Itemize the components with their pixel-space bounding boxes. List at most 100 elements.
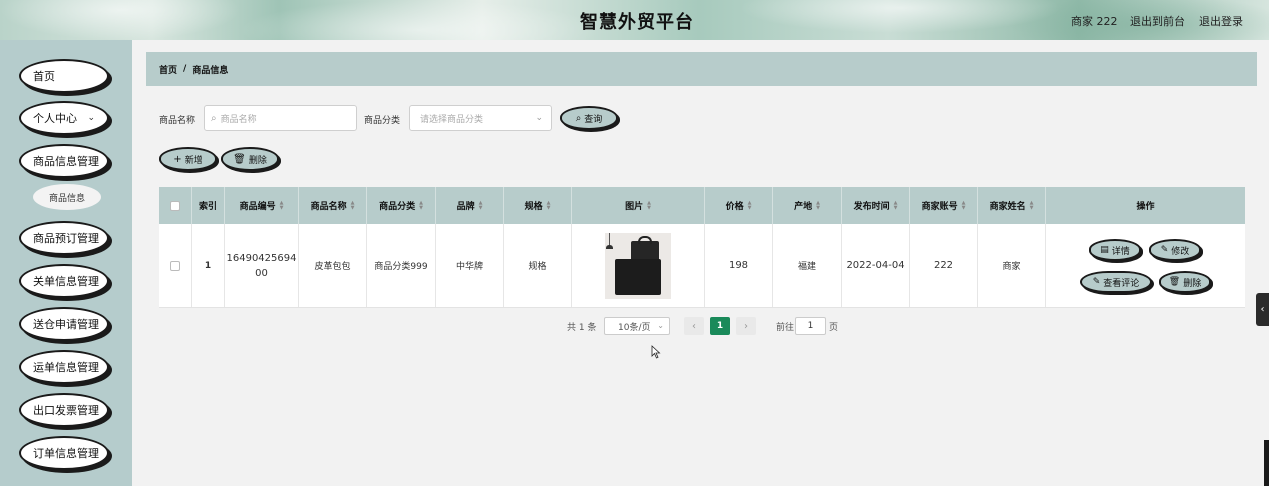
mouse-pointer-icon: [651, 345, 661, 359]
total-count: 共 1 条: [567, 323, 597, 333]
batch-delete-button[interactable]: 🗑 删除: [221, 147, 279, 171]
product-name-label: 商品名称: [159, 116, 196, 126]
column-header[interactable]: 发布时间 ▲ ▼: [842, 187, 910, 224]
sidebar-item-label: 关单信息管理: [33, 275, 99, 288]
column-header[interactable]: 规格 ▲ ▼: [504, 187, 572, 224]
sidebar-subitem-product-info[interactable]: 商品信息: [33, 184, 101, 210]
row-actions: [1046, 224, 1245, 307]
pencil-icon: ✎: [1092, 277, 1101, 287]
add-button[interactable]: + 新增: [159, 147, 217, 171]
row-delete-label: 删除: [1183, 278, 1202, 289]
column-header[interactable]: 图片 ▲ ▼: [572, 187, 705, 224]
merchant-account: 222: [910, 224, 978, 307]
sort-icon[interactable]: ▲ ▼: [280, 200, 284, 211]
trash-icon: 🗑: [1168, 277, 1181, 287]
current-user: 商家 222: [1071, 15, 1118, 28]
search-icon: ⌕: [575, 112, 582, 124]
column-header-label: 索引: [198, 202, 217, 212]
sidebar-item-label: 商品预订管理: [33, 232, 99, 245]
column-header[interactable]: 产地 ▲ ▼: [773, 187, 842, 224]
sort-icon[interactable]: ▲ ▼: [894, 200, 898, 211]
publish-date: 2022-04-04: [842, 224, 910, 307]
column-header-label: 商品名称: [310, 202, 347, 212]
sidebar-item-reservation-management[interactable]: 商品预订管理: [19, 221, 109, 255]
sidebar-item-warehouse-management[interactable]: 送仓申请管理: [19, 307, 109, 341]
sidebar-item-label: 个人中心: [33, 112, 77, 125]
sort-icon[interactable]: ▲ ▼: [547, 200, 551, 211]
sidebar-item-waybill-management[interactable]: 运单信息管理: [19, 350, 109, 384]
prev-page-button[interactable]: ‹: [684, 317, 704, 335]
sort-icon[interactable]: ▲ ▼: [419, 200, 423, 211]
sidebar-item-label: 首页: [33, 70, 55, 83]
edit-button-label: 修改: [1171, 246, 1190, 257]
bag-case: [615, 258, 661, 295]
column-header[interactable]: 品牌 ▲ ▼: [436, 187, 504, 224]
sidebar-item-home[interactable]: 首页: [19, 59, 109, 93]
column-header[interactable]: 商家账号 ▲ ▼: [910, 187, 978, 224]
sort-icon[interactable]: ▲ ▼: [962, 200, 966, 211]
column-header-label: 商品分类: [379, 202, 416, 212]
sort-icon[interactable]: ▲ ▼: [351, 200, 355, 211]
sidebar-item-label: 出口发票管理: [33, 404, 99, 417]
logout-link[interactable]: 退出登录: [1199, 13, 1243, 29]
table-header: 索引 商品编号 ▲ ▼ 商品名称 ▲ ▼ 商品分类 ▲ ▼ 品牌 ▲ ▼ 规格 ▲ ▼ 图片 ▲ ▼ 价…: [159, 187, 1245, 224]
column-header[interactable]: 商品分类 ▲ ▼: [367, 187, 436, 224]
category-placeholder: 请选择商品分类: [420, 114, 484, 125]
sort-icon[interactable]: ▲ ▼: [748, 200, 752, 211]
column-header[interactable]: 价格 ▲ ▼: [705, 187, 773, 224]
bag-handle: [638, 235, 652, 244]
sort-icon[interactable]: ▲ ▼: [816, 200, 820, 211]
select-all-checkbox[interactable]: [170, 200, 180, 211]
page-size-value: 10条/页: [618, 322, 651, 333]
chevron-right-icon: ›: [744, 320, 748, 332]
scroll-edge: [1264, 440, 1269, 486]
product-category: 商品分类999: [367, 224, 436, 307]
product-brand: 中华牌: [436, 224, 504, 307]
page-unit-label: 页: [829, 323, 839, 333]
query-button-label: 查询: [584, 114, 603, 125]
sidebar-item-invoice-management[interactable]: 出口发票管理: [19, 393, 109, 427]
column-header-label: 产地: [794, 202, 813, 212]
breadcrumb-separator: /: [183, 64, 187, 74]
column-header[interactable]: 商家姓名 ▲ ▼: [978, 187, 1046, 224]
breadcrumb: 首页 / 商品信息: [146, 52, 1257, 86]
sort-icon[interactable]: ▲ ▼: [1030, 200, 1034, 211]
column-header-label: 价格: [725, 202, 744, 212]
view-comments-button[interactable]: ✎ 查看评论: [1080, 271, 1152, 293]
back-to-frontend-link[interactable]: 退出到前台: [1130, 13, 1185, 29]
column-header-label: 发布时间: [853, 202, 890, 212]
product-name-input[interactable]: ⌕ 商品名称: [204, 105, 357, 131]
sidebar-item-label: 商品信息管理: [33, 155, 99, 168]
table-row: 1 16490425694 00 皮革包包 商品分类999 中华牌 规格 198…: [159, 224, 1245, 308]
row-select-cell: [159, 224, 192, 307]
edit-button[interactable]: ✎ 修改: [1149, 239, 1201, 261]
sidebar-item-label: 订单信息管理: [33, 447, 99, 460]
add-button-label: 新增: [184, 155, 203, 166]
category-select[interactable]: 请选择商品分类 ⌄: [409, 105, 552, 131]
chevron-down-icon: ⌄: [535, 113, 543, 123]
sidebar-item-product-management[interactable]: 商品信息管理: [19, 144, 109, 178]
row-delete-button[interactable]: 🗑 删除: [1159, 271, 1211, 293]
sidebar-item-order-management[interactable]: 订单信息管理: [19, 436, 109, 470]
breadcrumb-home[interactable]: 首页: [159, 63, 177, 76]
column-header-label: 商品编号: [239, 202, 276, 212]
next-page-button[interactable]: ›: [736, 317, 756, 335]
sort-icon[interactable]: ▲ ▼: [479, 200, 483, 211]
pencil-icon: ✎: [1160, 245, 1169, 255]
column-header[interactable]: 商品编号 ▲ ▼: [225, 187, 299, 224]
column-header[interactable]: 商品名称 ▲ ▼: [299, 187, 367, 224]
row-checkbox[interactable]: [170, 260, 180, 271]
sort-icon[interactable]: ▲ ▼: [647, 200, 651, 211]
product-image[interactable]: [605, 232, 671, 299]
breadcrumb-current: 商品信息: [192, 65, 229, 76]
sidebar-item-customs-management[interactable]: 关单信息管理: [19, 264, 109, 298]
page-number-current[interactable]: 1: [710, 317, 730, 335]
goto-page-input[interactable]: 1: [795, 317, 826, 335]
column-header-label: 品牌: [456, 202, 475, 212]
query-button[interactable]: ⌕ 查询: [560, 106, 618, 130]
sidebar-item-profile[interactable]: 个人中心 ⌄: [19, 101, 109, 135]
category-label: 商品分类: [364, 116, 401, 126]
detail-button[interactable]: ▤ 详情: [1089, 239, 1141, 261]
page-size-select[interactable]: 10条/页 ⌄: [604, 317, 670, 335]
collapse-panel-tab[interactable]: ‹: [1256, 293, 1269, 326]
